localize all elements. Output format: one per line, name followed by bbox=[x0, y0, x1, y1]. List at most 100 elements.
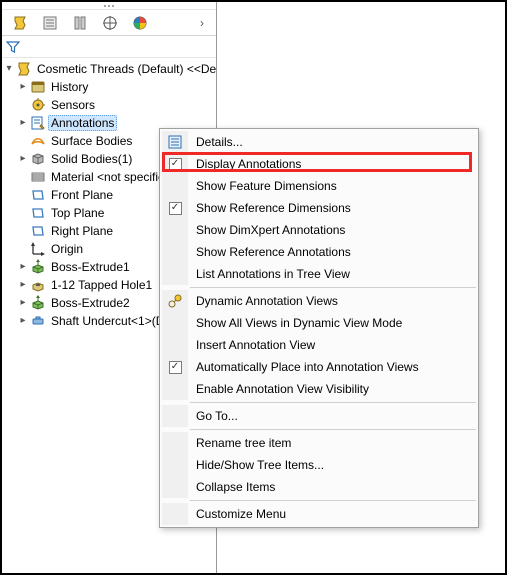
tb-dimxpert-manager-icon[interactable] bbox=[96, 12, 124, 34]
menu-gutter-blank bbox=[162, 405, 188, 427]
menu-gutter-blank bbox=[162, 312, 188, 334]
plane-icon bbox=[30, 205, 46, 221]
menu-gutter-blank bbox=[162, 454, 188, 476]
tree-item-label: Surface Bodies bbox=[48, 134, 135, 148]
origin-icon bbox=[30, 241, 46, 257]
dynamic-views-icon bbox=[162, 290, 188, 312]
tree-item-label: History bbox=[48, 80, 91, 94]
menu-item[interactable]: Show All Views in Dynamic View Mode bbox=[162, 312, 476, 334]
expander-icon[interactable]: ▸ bbox=[16, 152, 30, 166]
tree-item-label: Origin bbox=[48, 242, 86, 256]
details-icon bbox=[162, 131, 188, 153]
menu-item[interactable]: Details... bbox=[162, 131, 476, 153]
checkbox-icon: ✓ bbox=[162, 153, 188, 175]
menu-gutter-blank bbox=[162, 334, 188, 356]
hole-icon bbox=[30, 277, 46, 293]
menu-item-label: List Annotations in Tree View bbox=[188, 263, 476, 285]
plane-icon bbox=[30, 223, 46, 239]
menu-item-label: Show Feature Dimensions bbox=[188, 175, 476, 197]
menu-item[interactable]: Rename tree item bbox=[162, 432, 476, 454]
menu-separator bbox=[190, 402, 476, 403]
menu-separator bbox=[190, 429, 476, 430]
expander-icon[interactable]: ▸ bbox=[16, 278, 30, 292]
tb-property-manager-icon[interactable] bbox=[36, 12, 64, 34]
tree-item-label: Sensors bbox=[48, 98, 98, 112]
tree-item-label: 1-12 Tapped Hole1 bbox=[48, 278, 155, 292]
panel-toolbar: › bbox=[2, 10, 216, 36]
tree-item-label: Solid Bodies(1) bbox=[48, 152, 135, 166]
boss-extrude-icon bbox=[30, 259, 46, 275]
history-icon bbox=[30, 79, 46, 95]
tb-config-manager-icon[interactable] bbox=[66, 12, 94, 34]
menu-item-label: Show Reference Dimensions bbox=[188, 197, 476, 219]
menu-item[interactable]: List Annotations in Tree View bbox=[162, 263, 476, 285]
shaft-undercut-icon bbox=[30, 313, 46, 329]
tb-feature-manager-icon[interactable] bbox=[6, 12, 34, 34]
menu-item[interactable]: Enable Annotation View Visibility bbox=[162, 378, 476, 400]
toolbar-overflow-chevron-icon[interactable]: › bbox=[192, 13, 212, 33]
menu-item[interactable]: Show Reference Annotations bbox=[162, 241, 476, 263]
menu-item-label: Collapse Items bbox=[188, 476, 476, 498]
menu-item[interactable]: Insert Annotation View bbox=[162, 334, 476, 356]
material-icon bbox=[30, 169, 46, 185]
menu-gutter-blank bbox=[162, 219, 188, 241]
checkbox-icon: ✓ bbox=[162, 356, 188, 378]
expander-icon[interactable]: ▾ bbox=[2, 62, 16, 76]
expander-icon[interactable]: ▸ bbox=[16, 296, 30, 310]
tree-item-label: Front Plane bbox=[48, 188, 116, 202]
surface-bodies-icon bbox=[30, 133, 46, 149]
tree-item-label: Annotations bbox=[48, 115, 117, 131]
tree-filter-row[interactable] bbox=[2, 36, 216, 58]
tree-item-label: Shaft Undercut<1>(De bbox=[48, 314, 174, 328]
menu-item[interactable]: Show DimXpert Annotations bbox=[162, 219, 476, 241]
menu-item-label: Hide/Show Tree Items... bbox=[188, 454, 476, 476]
menu-item-label: Display Annotations bbox=[188, 153, 476, 175]
tree-item-label: Top Plane bbox=[48, 206, 107, 220]
menu-item[interactable]: ✓Show Reference Dimensions bbox=[162, 197, 476, 219]
sensors-icon bbox=[30, 97, 46, 113]
menu-item[interactable]: ✓Display Annotations bbox=[162, 153, 476, 175]
menu-item-label: Rename tree item bbox=[188, 432, 476, 454]
menu-item[interactable]: Show Feature Dimensions bbox=[162, 175, 476, 197]
menu-item[interactable]: ✓Automatically Place into Annotation Vie… bbox=[162, 356, 476, 378]
checkbox-icon: ✓ bbox=[162, 197, 188, 219]
menu-item[interactable]: Collapse Items bbox=[162, 476, 476, 498]
panel-drag-handle[interactable] bbox=[2, 2, 216, 10]
menu-gutter-blank bbox=[162, 241, 188, 263]
menu-item-label: Enable Annotation View Visibility bbox=[188, 378, 476, 400]
annotations-context-menu: Details...✓Display AnnotationsShow Featu… bbox=[159, 128, 479, 528]
menu-separator bbox=[190, 500, 476, 501]
expander-icon[interactable]: ▸ bbox=[16, 80, 30, 94]
menu-gutter-blank bbox=[162, 432, 188, 454]
menu-gutter-blank bbox=[162, 263, 188, 285]
funnel-icon bbox=[6, 40, 20, 54]
part-icon bbox=[16, 61, 32, 77]
menu-item-label: Show DimXpert Annotations bbox=[188, 219, 476, 241]
menu-item-label: Show All Views in Dynamic View Mode bbox=[188, 312, 476, 334]
menu-item-label: Go To... bbox=[188, 405, 476, 427]
tree-item[interactable]: ▸Sensors bbox=[2, 96, 216, 114]
tree-item[interactable]: ▸ History bbox=[2, 78, 216, 96]
tree-root[interactable]: ▾ Cosmetic Threads (Default) <<Defau bbox=[2, 60, 216, 78]
plane-icon bbox=[30, 187, 46, 203]
tree-root-label: Cosmetic Threads (Default) <<Defau bbox=[34, 62, 216, 76]
tree-item-label: Boss-Extrude1 bbox=[48, 260, 133, 274]
tree-item-label: Material <not specifie bbox=[48, 170, 168, 184]
tree-item-label: Right Plane bbox=[48, 224, 116, 238]
expander-icon[interactable]: ▸ bbox=[16, 314, 30, 328]
menu-item-label: Automatically Place into Annotation View… bbox=[188, 356, 476, 378]
tb-display-manager-icon[interactable] bbox=[126, 12, 154, 34]
menu-item-label: Customize Menu bbox=[188, 503, 476, 525]
expander-icon[interactable]: ▸ bbox=[16, 116, 30, 130]
menu-item[interactable]: Go To... bbox=[162, 405, 476, 427]
menu-gutter-blank bbox=[162, 476, 188, 498]
menu-item[interactable]: Customize Menu bbox=[162, 503, 476, 525]
solid-bodies-icon bbox=[30, 151, 46, 167]
menu-separator bbox=[190, 287, 476, 288]
menu-gutter-blank bbox=[162, 503, 188, 525]
menu-item-label: Show Reference Annotations bbox=[188, 241, 476, 263]
menu-item-label: Dynamic Annotation Views bbox=[188, 290, 476, 312]
expander-icon[interactable]: ▸ bbox=[16, 260, 30, 274]
menu-item[interactable]: Dynamic Annotation Views bbox=[162, 290, 476, 312]
menu-item[interactable]: Hide/Show Tree Items... bbox=[162, 454, 476, 476]
